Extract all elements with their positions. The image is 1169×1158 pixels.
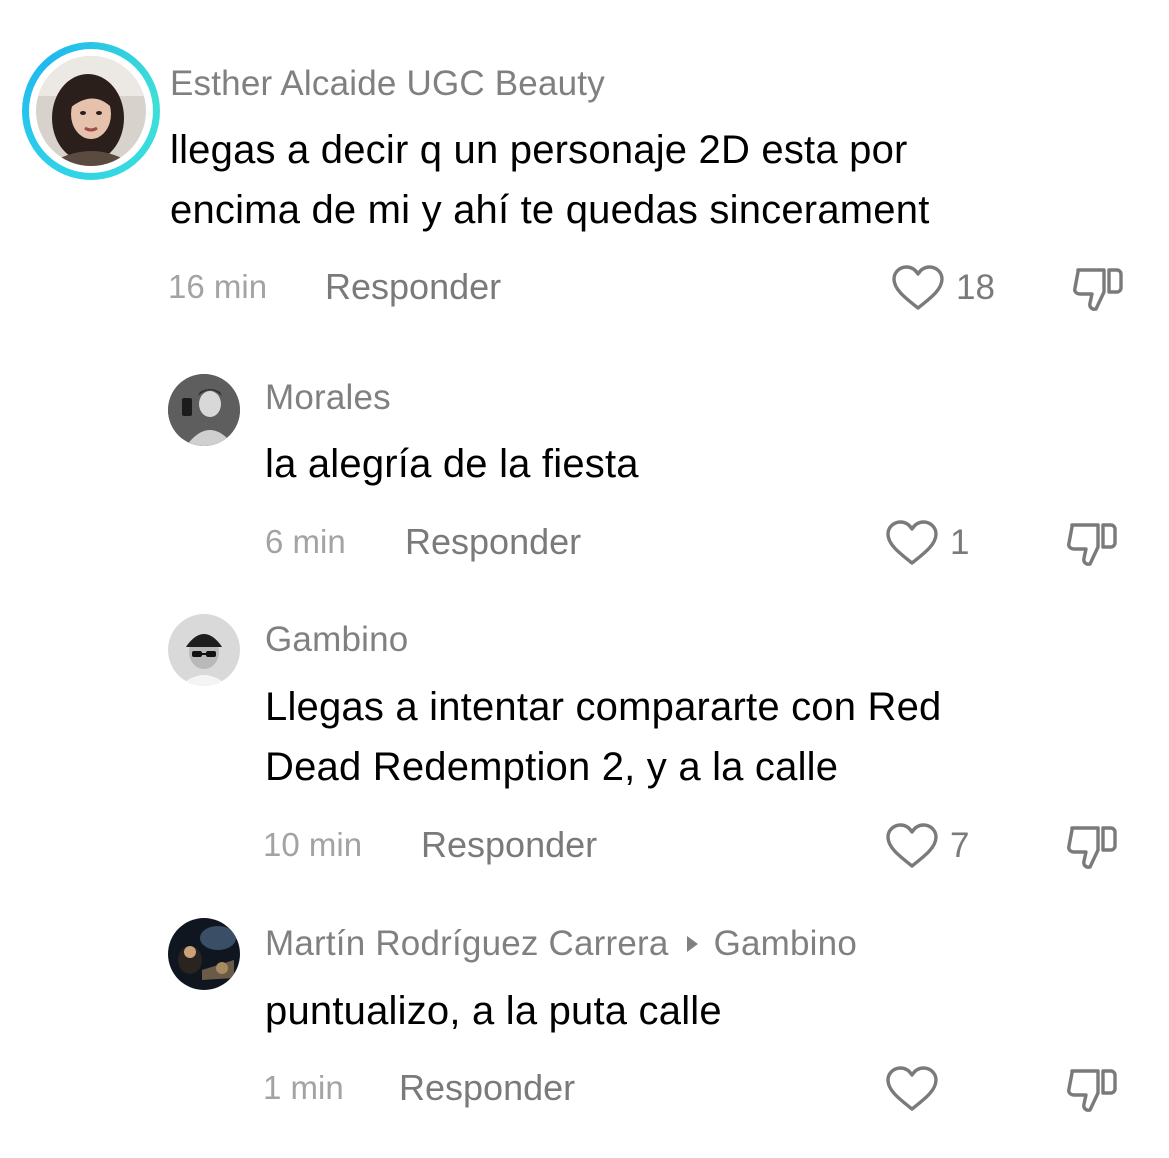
triangle-right-icon (686, 935, 698, 952)
username: Martín Rodríguez Carrera Gambino (265, 924, 857, 964)
thumbs-down-outline-icon (1067, 1069, 1117, 1112)
heart-outline-icon (886, 1066, 938, 1111)
dislike-button[interactable] (1064, 1063, 1120, 1115)
comment-timestamp: 1 min (263, 1069, 344, 1106)
reply-to-username[interactable]: Gambino (714, 924, 857, 963)
comment-text: puntualizo, a la puta calle (265, 981, 1125, 1041)
profile-photo-dark-scene-icon (168, 918, 240, 990)
username-link[interactable]: Martín Rodríguez Carrera (265, 924, 669, 963)
comment-item: Martín Rodríguez Carrera Gambino puntuali… (0, 0, 1169, 1158)
comment-text-line: puntualizo, a la puta calle (265, 989, 722, 1033)
reply-button[interactable]: Responder (399, 1067, 575, 1109)
like-button[interactable] (884, 1065, 940, 1113)
avatar[interactable] (168, 918, 240, 990)
